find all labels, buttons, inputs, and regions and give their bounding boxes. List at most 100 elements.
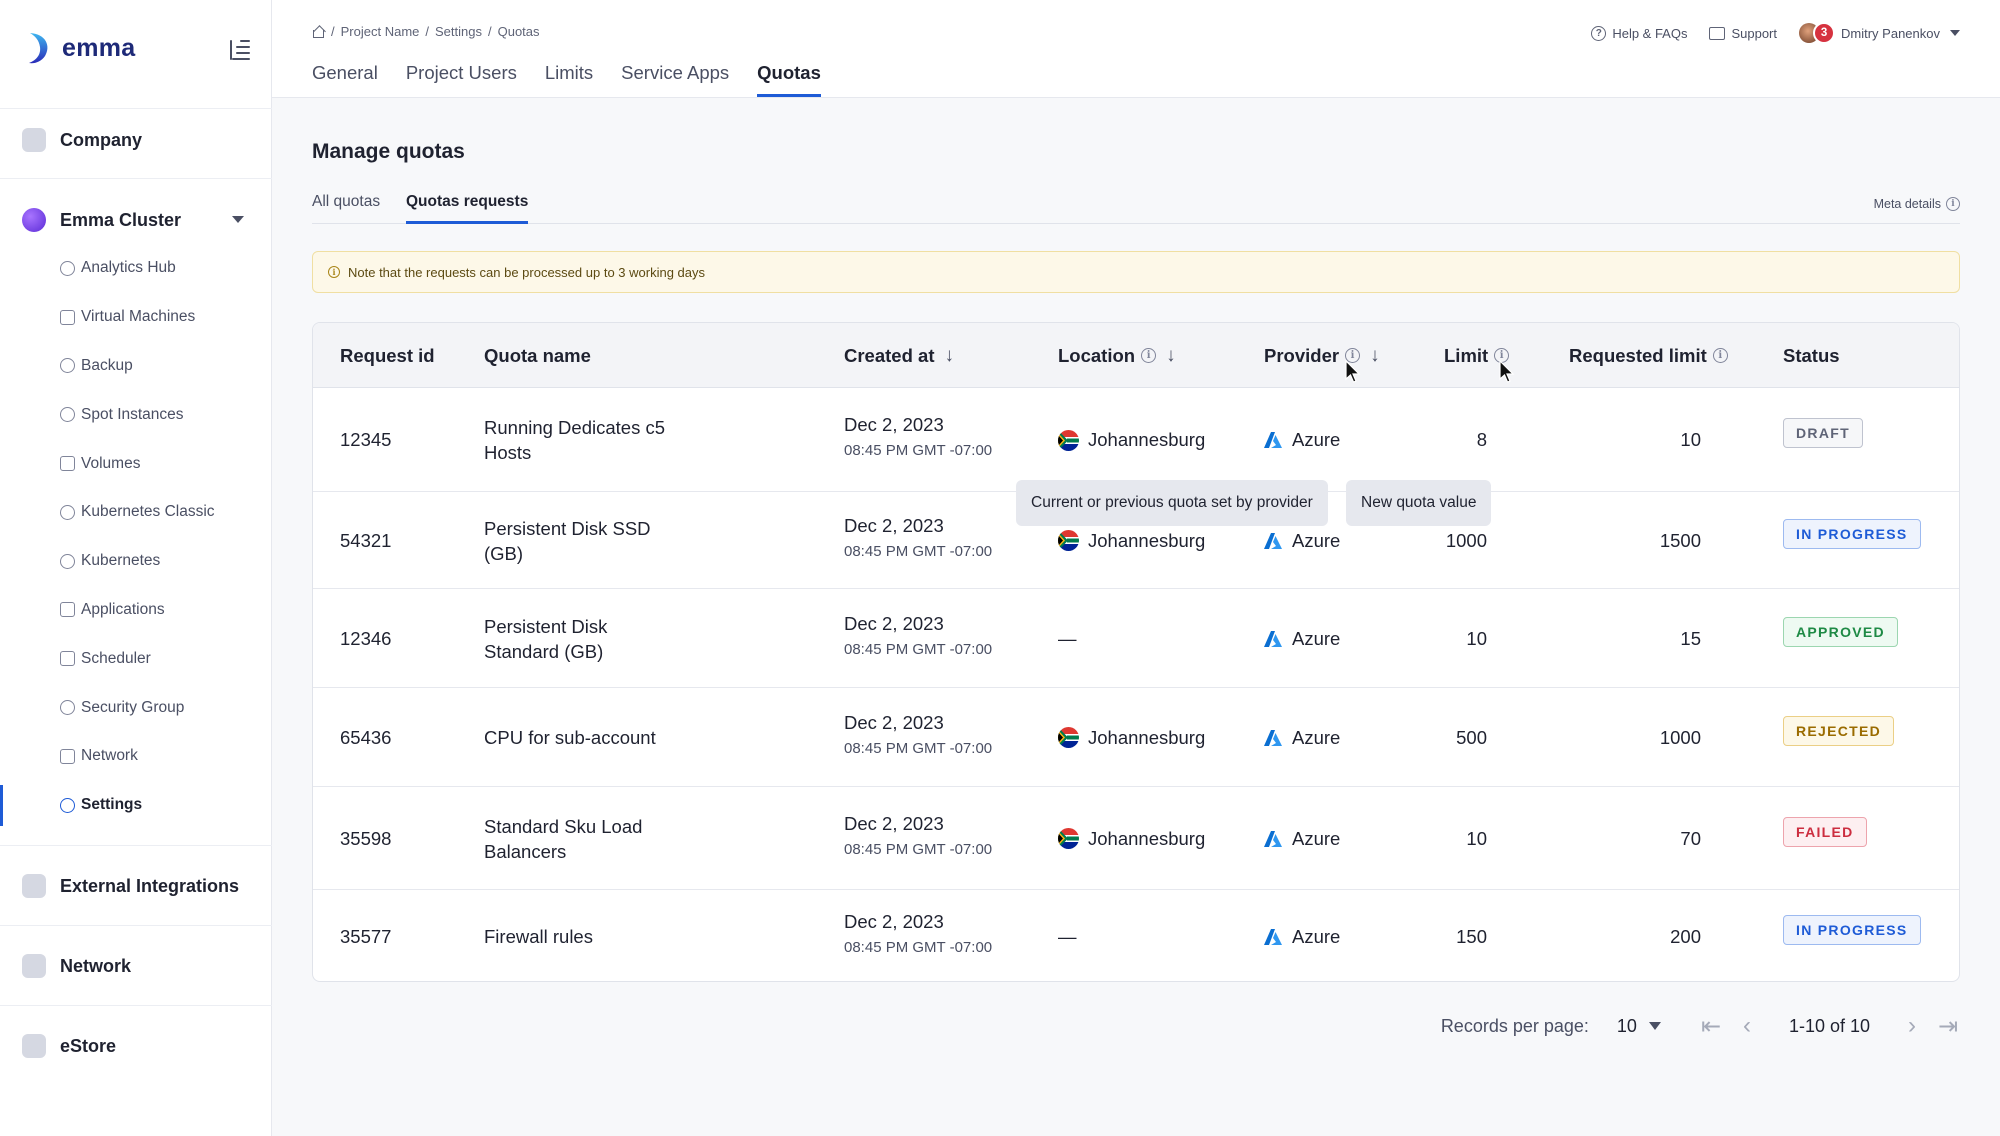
sidebar-item-scheduler[interactable]: Scheduler — [0, 634, 272, 683]
mouse-cursor-icon — [1499, 360, 1515, 383]
provider: Azure — [1264, 890, 1340, 981]
estore-icon — [22, 1034, 46, 1058]
column-created-at[interactable]: Created at ↓ — [844, 323, 954, 388]
azure-icon — [1264, 432, 1282, 448]
sidebar-item-label: Settings — [81, 796, 143, 814]
table-row[interactable]: 12346 Persistent Disk Standard (GB) Dec 2,… — [313, 589, 1959, 688]
sidebar-section-emma-cluster[interactable]: Emma Cluster — [0, 192, 272, 248]
created-date: Dec 2, 2023 — [844, 711, 944, 733]
tab-project-users[interactable]: Project Users — [406, 62, 517, 97]
breadcrumb-item[interactable]: Settings — [435, 24, 482, 39]
sidebar-item-network[interactable]: Network — [0, 732, 272, 781]
top-bar: / Project Name / Settings / Quotas Gener… — [272, 0, 2000, 98]
table-row[interactable]: 35577 Firewall rules Dec 2, 2023 08:45 PM G… — [313, 890, 1959, 981]
tab-service-apps[interactable]: Service Apps — [621, 62, 729, 97]
requested-limit-tooltip: New quota value — [1346, 480, 1492, 526]
first-page-button[interactable]: ⇤ — [1699, 1013, 1723, 1040]
breadcrumb-item[interactable]: Project Name — [341, 24, 420, 39]
provider-name: Azure — [1292, 529, 1341, 551]
sidebar-item-settings[interactable]: Settings — [0, 781, 272, 830]
sort-arrow-down-icon[interactable]: ↓ — [1166, 345, 1176, 367]
requested-limit-value: 15 — [1680, 627, 1701, 649]
sidebar-item-kubernetes[interactable]: Kubernetes — [0, 537, 272, 586]
notification-badge: 3 — [1813, 22, 1836, 44]
sidebar-section-label: eStore — [60, 1035, 117, 1056]
tab-all-quotas[interactable]: All quotas — [312, 193, 380, 221]
gauge-icon — [60, 260, 75, 276]
request-id: 12346 — [340, 627, 392, 649]
previous-page-button[interactable]: ‹ — [1735, 1012, 1759, 1039]
meta-details-link[interactable]: Meta details i — [1874, 197, 1960, 211]
tab-limits[interactable]: Limits — [545, 62, 593, 97]
info-icon[interactable]: i — [1141, 348, 1157, 363]
tab-quotas[interactable]: Quotas — [757, 62, 821, 97]
records-per-page-select[interactable]: 10 — [1617, 1016, 1661, 1037]
help-link[interactable]: ? Help & FAQs — [1591, 25, 1687, 41]
tab-quotas-requests[interactable]: Quotas requests — [406, 193, 529, 224]
sidebar-item-label: Virtual Machines — [81, 308, 196, 326]
sidebar-item-applications[interactable]: Applications — [0, 586, 272, 635]
provider-name: Azure — [1292, 429, 1341, 450]
cube-icon — [60, 602, 75, 618]
limit-value: 150 — [1456, 925, 1487, 947]
column-location[interactable]: Location i ↓ — [1058, 323, 1176, 388]
quota-name: Standard Sku Load Balancers — [484, 815, 643, 862]
created-at: Dec 2, 2023 08:45 PM GMT -07:00 — [844, 911, 992, 956]
sort-arrow-down-icon[interactable]: ↓ — [944, 345, 954, 367]
sidebar-item-spot-instances[interactable]: Spot Instances — [0, 390, 272, 439]
sidebar-item-kubernetes-classic[interactable]: Kubernetes Classic — [0, 488, 272, 537]
sidebar-section-external-integrations[interactable]: External Integrations — [0, 858, 272, 914]
location-name: Johannesburg — [1088, 429, 1206, 450]
next-page-button[interactable]: › — [1900, 1012, 1924, 1039]
user-menu[interactable]: 3 Dmitry Panenkov — [1799, 22, 1960, 44]
server-icon — [60, 309, 75, 325]
sort-arrow-down-icon[interactable]: ↓ — [1370, 345, 1380, 367]
tab-general[interactable]: General — [312, 62, 378, 97]
column-request-id: Request id — [340, 344, 435, 366]
sidebar-item-analytics-hub[interactable]: Analytics Hub — [0, 244, 272, 293]
support-link[interactable]: Support — [1709, 26, 1777, 41]
sidebar-item-virtual-machines[interactable]: Virtual Machines — [0, 293, 272, 342]
location: Johannesburg — [1058, 688, 1205, 787]
chat-icon — [1709, 26, 1726, 40]
sidebar-section-label: Emma Cluster — [60, 209, 182, 230]
requested-limit-value: 1500 — [1659, 529, 1701, 551]
quota-name: Persistent Disk Standard (GB) — [484, 615, 608, 662]
requested-limit-value: 70 — [1680, 827, 1701, 849]
column-provider[interactable]: Provider i ↓ — [1264, 323, 1380, 388]
collapse-sidebar-button[interactable] — [226, 38, 250, 62]
table-row[interactable]: 35598 Standard Sku Load Balancers Dec 2, 2… — [313, 787, 1959, 890]
sidebar-item-backup[interactable]: Backup — [0, 342, 272, 391]
note-text: Note that the requests can be processed … — [348, 264, 705, 280]
status-badge: FAILED — [1783, 816, 1867, 847]
azure-icon — [1264, 830, 1282, 847]
azure-icon — [1264, 928, 1282, 945]
brand-logo[interactable]: emma — [24, 30, 135, 66]
south-africa-flag-icon — [1058, 530, 1079, 551]
table-row[interactable]: 65436 CPU for sub-account Dec 2, 2023 08:45… — [313, 688, 1959, 787]
provider-name: Azure — [1292, 726, 1341, 748]
mouse-cursor-icon — [1345, 360, 1361, 383]
sidebar-item-security-group[interactable]: Security Group — [0, 683, 272, 732]
created-date: Dec 2, 2023 — [844, 612, 944, 634]
home-icon[interactable] — [312, 26, 325, 38]
info-icon[interactable]: i — [1712, 348, 1728, 363]
clock-icon — [60, 407, 75, 423]
sidebar-item-volumes[interactable]: Volumes — [0, 439, 272, 488]
limit-value: 10 — [1466, 627, 1487, 649]
sidebar-section-network[interactable]: Network — [0, 938, 272, 994]
page-range: 1-10 of 10 — [1788, 1015, 1870, 1036]
support-label: Support — [1731, 25, 1778, 41]
sidebar-item-label: Applications — [81, 600, 165, 618]
limit-value: 500 — [1456, 726, 1487, 748]
info-icon: i — [1946, 197, 1960, 211]
main-content: Manage quotas All quotas Quotas requests… — [272, 98, 2000, 1136]
network-icon — [60, 748, 75, 764]
records-per-page-value: 10 — [1616, 1015, 1637, 1036]
sidebar-section-estore[interactable]: eStore — [0, 1018, 272, 1074]
request-id: 35598 — [340, 827, 392, 849]
sidebar-section-company[interactable]: Company — [0, 112, 272, 168]
table-row[interactable]: 12345 Running Dedicates c5 Hosts Dec 2, 20… — [313, 388, 1959, 492]
last-page-button[interactable]: ⇥ — [1936, 1013, 1960, 1040]
brand-name: emma — [62, 33, 136, 62]
